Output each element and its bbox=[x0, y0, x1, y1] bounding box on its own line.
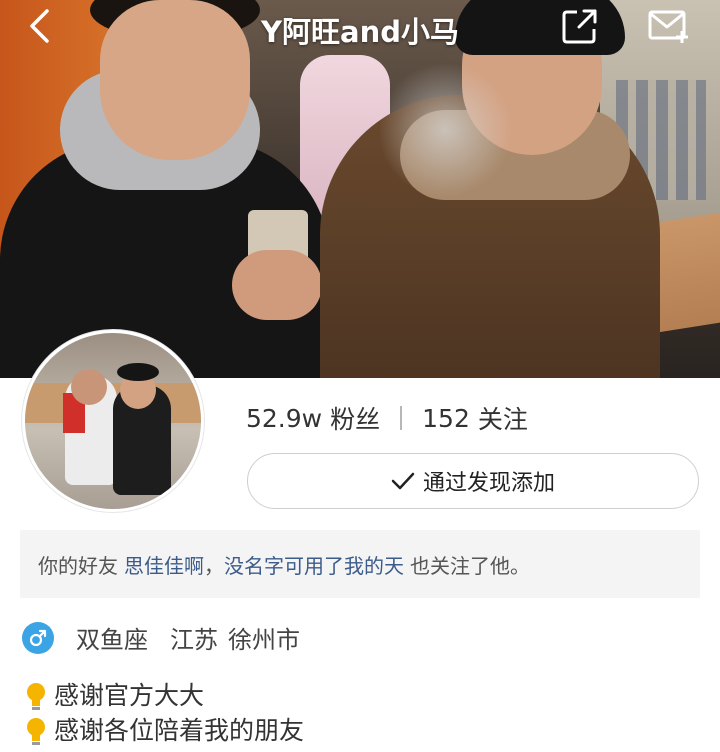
lightbulb-icon bbox=[27, 682, 45, 710]
add-button-label: 通过发现添加 bbox=[422, 471, 555, 496]
avatar-person-2-hair bbox=[117, 363, 159, 381]
stats-divider bbox=[400, 406, 403, 430]
bio: 感谢官方大大 感谢各位陪着我的朋友 bbox=[22, 678, 304, 748]
bio-line: 感谢各位陪着我的朋友 bbox=[22, 713, 304, 748]
cover-photo bbox=[0, 0, 720, 378]
add-via-discover-button[interactable]: 通过发现添加 bbox=[247, 453, 699, 509]
followers-count[interactable]: 52.9w bbox=[246, 404, 322, 433]
followers-label[interactable]: 粉丝 bbox=[330, 400, 380, 436]
city-label: 徐州市 bbox=[228, 626, 300, 654]
share-button[interactable] bbox=[558, 6, 602, 46]
friend-notice-prefix: 你的好友 bbox=[38, 553, 118, 578]
message-button[interactable] bbox=[646, 6, 690, 46]
province-label: 江苏 bbox=[170, 626, 218, 654]
friend-link-1[interactable]: 思佳佳啊 bbox=[124, 550, 204, 579]
male-icon bbox=[22, 621, 54, 654]
mail-add-icon bbox=[648, 10, 688, 43]
cover-smoke bbox=[380, 60, 510, 200]
friend-notice-sep: ， bbox=[204, 553, 224, 578]
profile-stats: 52.9w 粉丝 152 关注 bbox=[246, 400, 528, 436]
page-title: Y阿旺and小马 bbox=[261, 15, 459, 49]
friend-link-2[interactable]: 没名字可用了我的天 bbox=[224, 550, 404, 579]
check-icon bbox=[391, 472, 415, 490]
avatar-person-1-head bbox=[71, 369, 107, 405]
top-bar: Y阿旺and小马 bbox=[0, 0, 720, 54]
zodiac-label: 双鱼座 bbox=[76, 626, 148, 654]
bio-line-2: 感谢各位陪着我的朋友 bbox=[54, 716, 305, 745]
mutual-friends-notice: 你的好友 思佳佳啊 ， 没名字可用了我的天 也关注了他。 bbox=[20, 530, 700, 598]
lightbulb-icon bbox=[27, 717, 45, 745]
share-icon bbox=[562, 9, 597, 44]
bio-line-1: 感谢官方大大 bbox=[54, 681, 205, 710]
avatar[interactable] bbox=[22, 330, 204, 512]
following-count[interactable]: 152 bbox=[422, 404, 470, 433]
bio-line: 感谢官方大大 bbox=[22, 678, 304, 713]
profile-info-row: 双鱼座 江苏 徐州市 bbox=[22, 620, 300, 655]
cover-hand bbox=[232, 250, 322, 320]
friend-notice-suffix: 也关注了他。 bbox=[410, 553, 530, 578]
following-label[interactable]: 关注 bbox=[478, 400, 528, 436]
